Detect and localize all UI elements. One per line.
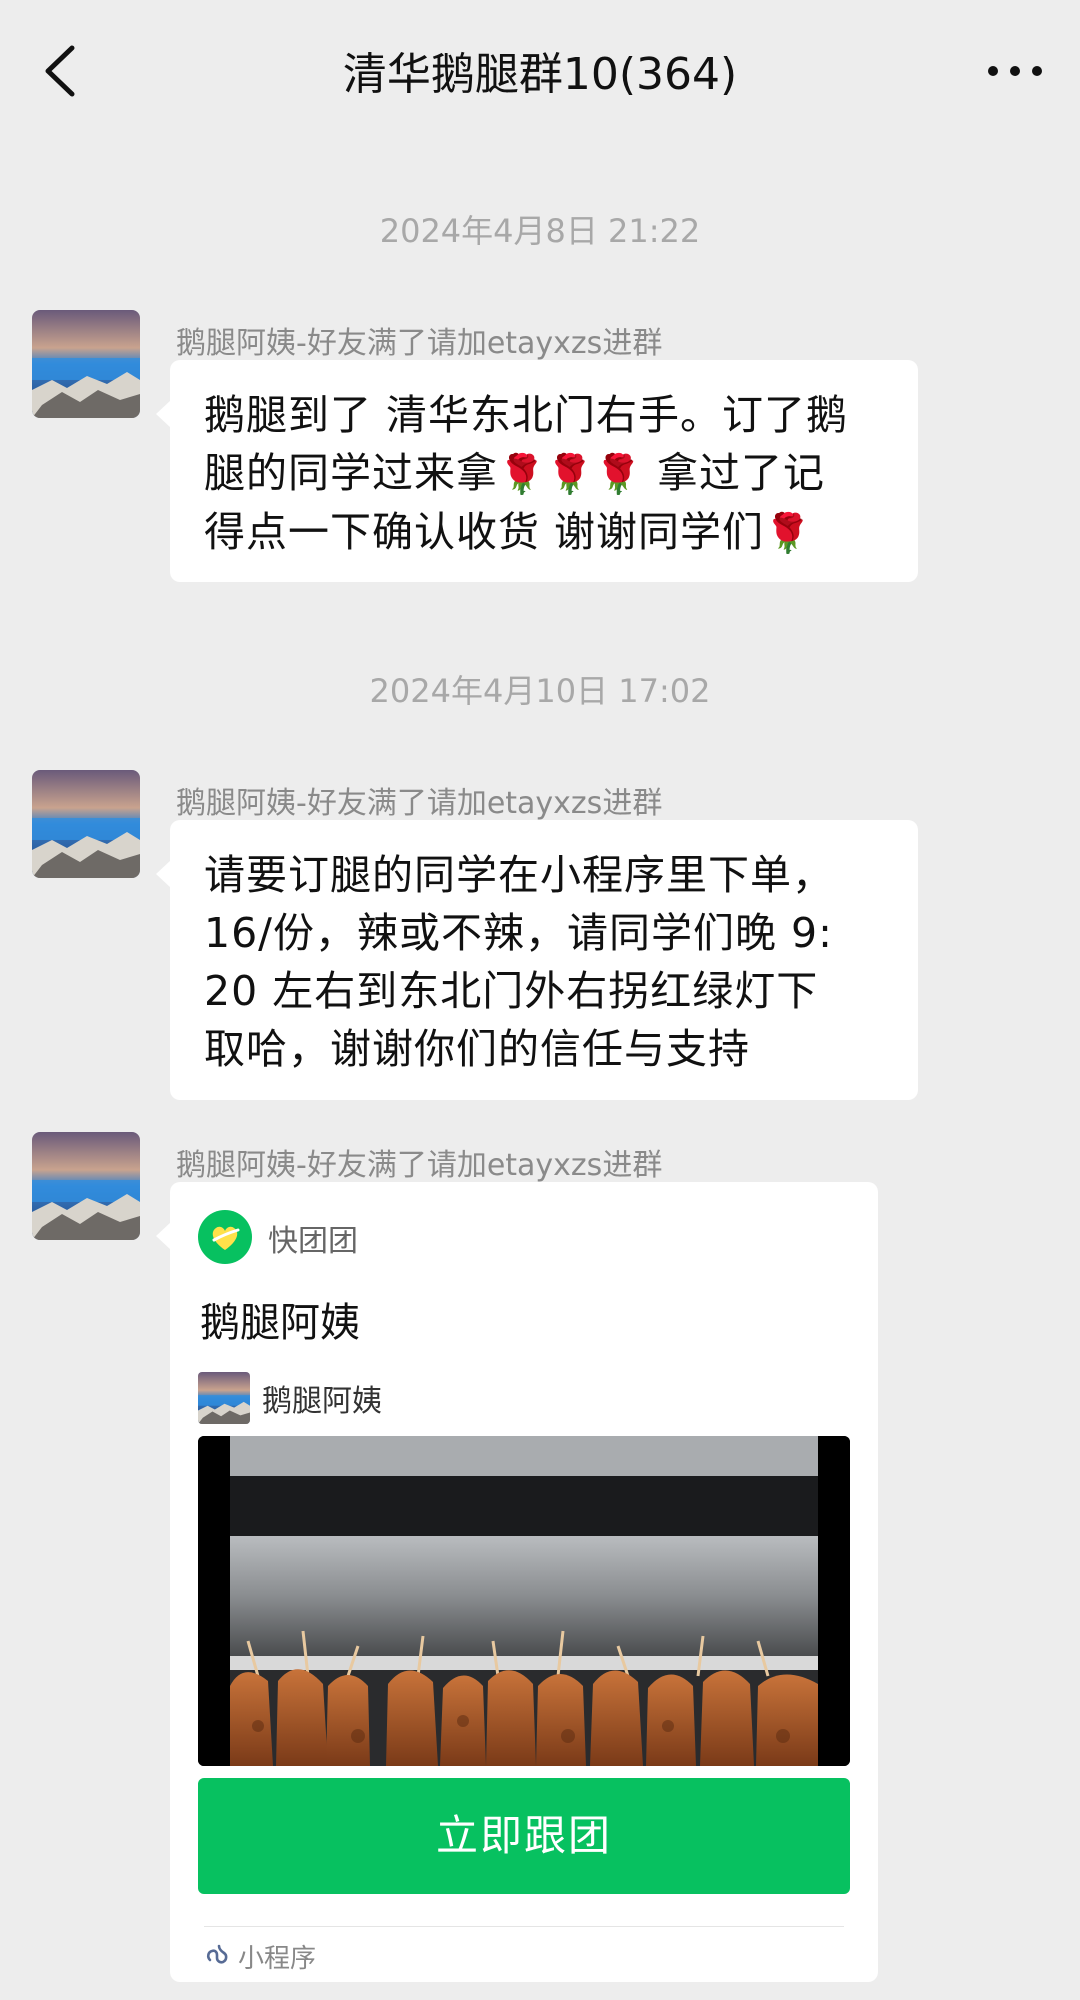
message-line: 20 左右到东北门外右拐红绿灯下 [204,967,819,1015]
landscape-avatar-image [32,770,140,878]
chevron-left-icon [45,45,75,97]
sender-name: 鹅腿阿姨-好友满了请加etayxzs进群 [176,786,663,821]
seller-avatar [198,1372,250,1424]
card-divider [204,1926,844,1927]
join-group-button[interactable]: 立即跟团 [198,1778,850,1894]
message-line: 16/份，辣或不辣，请同学们晚 9: [204,909,833,957]
message-bubble[interactable]: 请要订腿的同学在小程序里下单， 16/份，辣或不辣，请同学们晚 9: 20 左右… [156,820,918,1100]
message-line: 请要订腿的同学在小程序里下单， [204,851,834,899]
message-timestamp: 2024年4月10日 17:02 [369,672,711,710]
back-button[interactable] [30,36,90,106]
message-line: 腿的同学过来拿🌹🌹🌹 拿过了记 [204,449,826,497]
rose-icon: 🌹 [764,511,813,555]
rose-icon: 🌹 [594,452,643,496]
message-bubble[interactable]: 鹅腿到了 清华东北门右手。订了鹅 腿的同学过来拿🌹🌹🌹 拿过了记 得点一下确认收… [156,360,918,582]
sender-name: 鹅腿阿姨-好友满了请加etayxzs进群 [176,1148,663,1183]
more-dots-icon [988,66,1042,76]
app-name: 快团团 [268,1224,358,1259]
message-line: 鹅腿到了 清华东北门右手。订了鹅 [204,391,849,439]
rose-icon: 🌹 [546,452,595,496]
kuaituantuan-logo-icon [198,1210,252,1264]
message-line: 取哈，谢谢你们的信任与支持 [204,1025,750,1073]
mini-program-label: 小程序 [238,1944,317,1974]
sender-name: 鹅腿阿姨-好友满了请加etayxzs进群 [176,326,663,361]
product-image[interactable] [198,1436,850,1766]
message-timestamp: 2024年4月8日 21:22 [379,212,701,250]
mini-program-icon [204,1940,232,1968]
mini-program-card[interactable]: 快团团 鹅腿阿姨 鹅腿阿姨 立即跟团 小程序 [156,1182,878,1982]
card-title: 鹅腿阿姨 [200,1300,360,1346]
landscape-avatar-image [32,1132,140,1240]
landscape-avatar-image [32,310,140,418]
sender-avatar[interactable] [32,310,140,418]
seller-name: 鹅腿阿姨 [262,1384,382,1419]
chat-title: 清华鹅腿群10(364) [342,49,738,100]
rose-icon: 🌹 [498,452,547,496]
chat-screen: 清华鹅腿群10(364) 2024年4月8日 21:22 鹅腿阿姨-好友满了请加… [0,0,1080,2000]
top-bar: 清华鹅腿群10(364) [0,0,1080,140]
message-line: 得点一下确认收货 谢谢同学们🌹 [204,508,813,556]
sender-avatar[interactable] [32,770,140,878]
more-button[interactable] [980,46,1050,96]
grilled-skewers-image [198,1436,850,1766]
sender-avatar[interactable] [32,1132,140,1240]
